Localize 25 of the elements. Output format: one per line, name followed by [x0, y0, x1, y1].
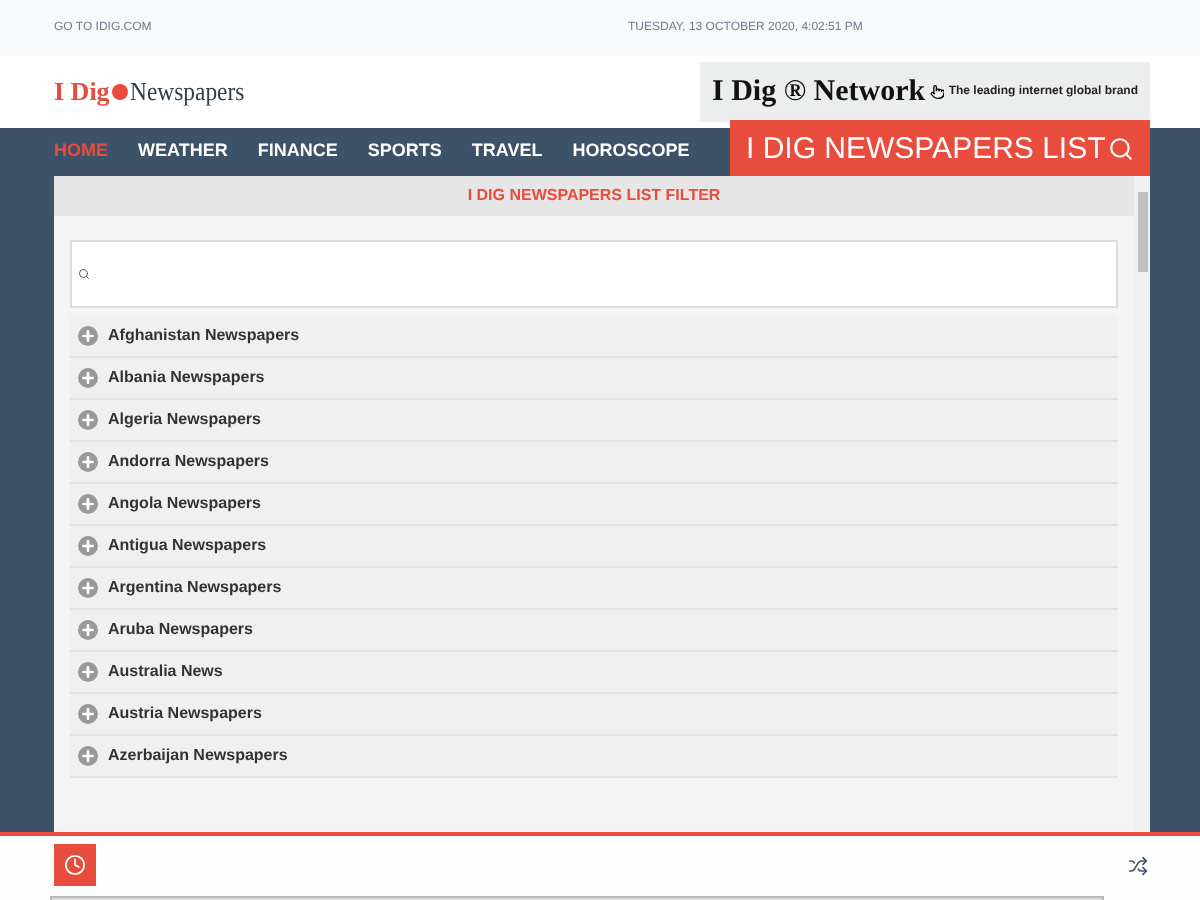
nav-link[interactable]: WEATHER: [138, 138, 228, 166]
newspapers-list-button[interactable]: I DIG NEWSPAPERS LIST: [730, 120, 1150, 176]
shuffle-icon[interactable]: [1128, 855, 1148, 875]
country-item[interactable]: Azerbaijan Newspapers: [70, 736, 1118, 778]
nav-link[interactable]: TRAVEL: [471, 138, 543, 166]
nav-link[interactable]: FINANCE: [257, 138, 338, 166]
country-item[interactable]: Angola Newspapers: [70, 484, 1118, 526]
clock-icon: [64, 854, 86, 876]
site-logo[interactable]: I Dig Newspapers: [54, 72, 257, 112]
country-item[interactable]: Aruba Newspapers: [70, 610, 1118, 652]
country-item[interactable]: Algeria Newspapers: [70, 400, 1118, 442]
nav-link[interactable]: SPORTS: [367, 138, 442, 166]
search-icon: [78, 268, 90, 280]
filter-search-field[interactable]: [70, 240, 1118, 308]
country-item[interactable]: Antigua Newspapers: [70, 526, 1118, 568]
country-item[interactable]: Austria Newspapers: [70, 694, 1118, 736]
country-item[interactable]: Andorra Newspapers: [70, 442, 1118, 484]
nav-link[interactable]: HOROSCOPE: [572, 138, 690, 166]
panel-title: I DIG NEWSPAPERS LIST FILTER: [54, 176, 1134, 216]
country-item[interactable]: Australia News: [70, 652, 1118, 694]
search-icon: [1108, 135, 1134, 161]
country-item[interactable]: Albania Newspapers: [70, 358, 1118, 400]
country-item[interactable]: Afghanistan Newspapers: [70, 316, 1118, 358]
country-item[interactable]: Argentina Newspapers: [70, 568, 1118, 610]
scrollbar[interactable]: [1134, 176, 1150, 832]
